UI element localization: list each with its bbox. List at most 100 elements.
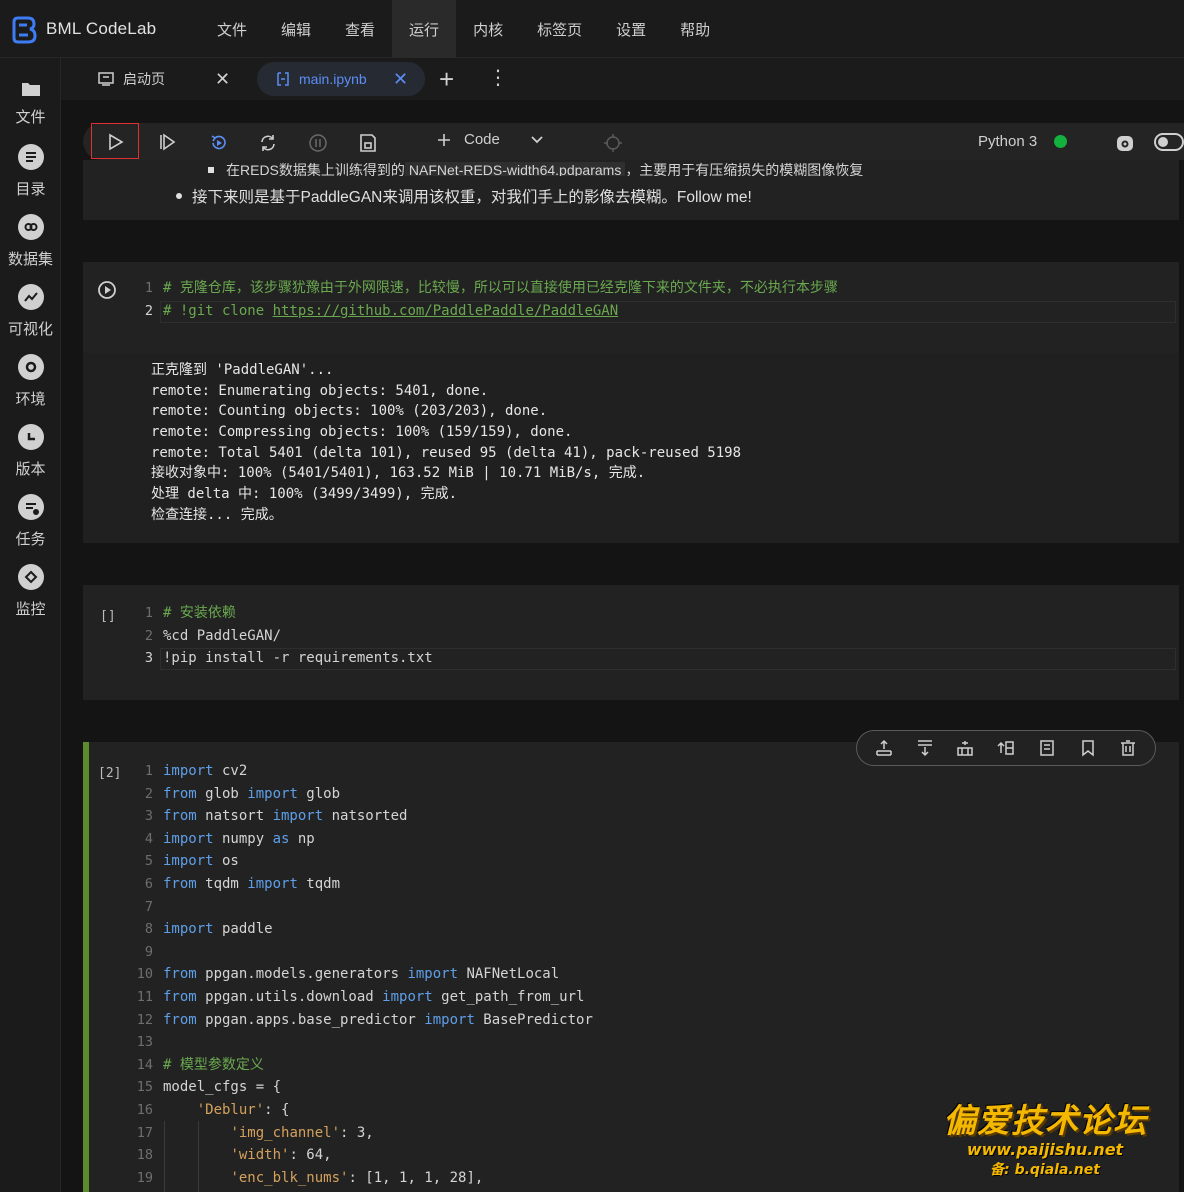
output-line: remote: Enumerating objects: 5401, done. [151, 383, 489, 399]
bookmark-icon[interactable] [1079, 739, 1097, 757]
notes-icon[interactable] [1038, 739, 1056, 757]
tab-notebook[interactable]: main.ipynb ✕ [257, 62, 425, 96]
toggle-knob [1158, 137, 1168, 147]
bml-logo-icon [12, 16, 37, 44]
tab-bar: 启动页 ✕ main.ipynb ✕ + ⋮ [61, 58, 1184, 100]
close-icon[interactable]: ✕ [393, 69, 408, 90]
menu-view[interactable]: 查看 [328, 0, 392, 58]
sidebar-label: 数据集 [7, 251, 53, 268]
sidebar-label: 文件 [15, 109, 46, 126]
markdown-text: 在REDS数据集上训练得到的 [226, 162, 405, 176]
kernel-name[interactable]: Python 3 [978, 133, 1037, 150]
output-line: remote: Counting objects: 100% (203/203)… [151, 403, 548, 419]
restart-run-button[interactable] [203, 127, 233, 157]
split-cell-icon[interactable] [997, 739, 1015, 757]
tab-label: main.ipynb [299, 71, 367, 87]
execution-count: [] [100, 609, 116, 624]
insert-below-icon[interactable] [956, 739, 974, 757]
add-tab-icon[interactable]: + [439, 66, 454, 92]
bullet-dot [176, 193, 182, 199]
run-all-button[interactable] [153, 127, 183, 157]
sidebar-item-datasets[interactable]: 数据集 [0, 214, 61, 269]
code-text: %cd PaddleGAN/ [163, 628, 282, 644]
indent-guide [198, 1121, 199, 1192]
output-line: remote: Compressing objects: 100% (159/1… [151, 424, 573, 440]
fast-forward-icon [160, 133, 176, 151]
repo-link[interactable]: https://github.com/PaddlePaddle/PaddleGA… [273, 303, 619, 319]
save-icon [360, 134, 376, 152]
menu-tabs[interactable]: 标签页 [520, 0, 599, 58]
code-comment-text: # !git clone [163, 303, 273, 319]
refresh-button[interactable] [252, 127, 282, 157]
code-comment: # 安装依赖 [163, 605, 236, 621]
sidebar-item-visualization[interactable]: 可视化 [0, 284, 61, 339]
plus-icon [438, 133, 450, 146]
sidebar-label: 版本 [15, 461, 46, 478]
sidebar-label: 任务 [15, 531, 46, 548]
output-line: 处理 delta 中: 100% (3499/3499), 完成. [151, 486, 458, 502]
menu-file[interactable]: 文件 [200, 0, 264, 58]
folder-icon [21, 83, 40, 96]
cell-type-label: Code [464, 131, 500, 148]
menu-help[interactable]: 帮助 [663, 0, 727, 58]
code-comment: # 克隆仓库，该步骤犹豫由于外网限速，比较慢，所以可以直接使用已经克隆下来的文件… [163, 280, 838, 296]
watermark: 偏爱技术论坛 www.paijishu.net 备: b.qiala.net [925, 1094, 1165, 1179]
toggle-switch[interactable] [1154, 133, 1184, 151]
move-down-icon[interactable] [916, 739, 934, 757]
run-circle-icon[interactable] [97, 280, 117, 300]
top-menu-bar: BML CodeLab 文件 编辑 查看 运行 内核 标签页 设置 帮助 [0, 0, 1184, 58]
restart-icon [211, 135, 226, 150]
clock-icon [17, 424, 44, 450]
interrupt-button[interactable] [302, 127, 332, 157]
more-vertical-icon[interactable]: ⋮ [488, 66, 508, 90]
sidebar-item-tasks[interactable]: 任务 [0, 494, 61, 549]
inline-code: NAFNet-REDS-width64.pdparams [404, 162, 626, 176]
close-icon[interactable]: ✕ [215, 69, 230, 90]
main-menu: 文件 编辑 查看 运行 内核 标签页 设置 帮助 [200, 0, 727, 58]
run-cell-button[interactable] [91, 123, 139, 159]
list-icon [17, 144, 44, 170]
menu-edit[interactable]: 编辑 [264, 0, 328, 58]
left-sidebar: 文件 目录 数据集 可视化 环境 版本 任务 监控 [0, 58, 61, 1192]
tab-launcher[interactable]: 启动页 ✕ [83, 62, 243, 96]
sidebar-item-versions[interactable]: 版本 [0, 424, 61, 479]
execution-count: [2] [98, 766, 122, 781]
delete-icon[interactable] [1119, 739, 1137, 757]
ring-icon [17, 354, 44, 380]
markdown-sub-bullet: 在REDS数据集上训练得到的 NAFNet-REDS-width64.pdpara… [208, 160, 958, 176]
markdown-text: ，主要用于有压缩损失的模糊图像恢复 [625, 162, 864, 176]
pause-icon [309, 134, 327, 152]
output-line: 接收对象中: 100% (5401/5401), 163.52 MiB | 10… [151, 465, 646, 481]
kernel-info-button[interactable] [1109, 127, 1139, 157]
move-up-icon[interactable] [875, 739, 893, 757]
diamond-icon [17, 564, 44, 590]
sidebar-item-environment[interactable]: 环境 [0, 354, 61, 409]
output-line: 检查连接... 完成。 [151, 507, 283, 523]
sidebar-label: 监控 [15, 601, 46, 618]
code-text: !pip install -r requirements.txt [163, 650, 433, 666]
chevron-down-icon [531, 135, 543, 143]
cell-toolbar [856, 730, 1156, 766]
launcher-icon [98, 72, 114, 86]
debug-button[interactable] [597, 127, 627, 157]
markdown-bullet: 接下来则是基于PaddleGAN来调用该权重，对我们手上的影像去模糊。Follo… [176, 185, 752, 207]
notebook-toolbar: Code Python 3 [83, 123, 1184, 160]
tab-label: 启动页 [123, 71, 165, 87]
menu-kernel[interactable]: 内核 [456, 0, 520, 58]
robot-icon [1117, 136, 1133, 151]
sidebar-item-monitor[interactable]: 监控 [0, 564, 61, 619]
selected-cell-marker [83, 742, 89, 1192]
chart-icon [17, 284, 44, 310]
sidebar-label: 目录 [15, 181, 46, 198]
markdown-text: 接下来则是基于PaddleGAN来调用该权重，对我们手上的影像去模糊。Follo… [192, 189, 752, 206]
menu-run[interactable]: 运行 [392, 0, 457, 58]
code-comment: # !git clone https://github.com/PaddlePa… [163, 300, 618, 322]
app-brand: BML CodeLab [46, 19, 157, 38]
kernel-status-dot [1054, 135, 1067, 148]
sidebar-item-toc[interactable]: 目录 [0, 144, 61, 199]
sidebar-item-files[interactable]: 文件 [0, 80, 61, 127]
watermark-title: 偏爱技术论坛 [943, 1101, 1147, 1140]
menu-settings[interactable]: 设置 [599, 0, 663, 58]
cell-type-select[interactable]: Code [436, 131, 544, 148]
save-button[interactable] [352, 127, 382, 157]
